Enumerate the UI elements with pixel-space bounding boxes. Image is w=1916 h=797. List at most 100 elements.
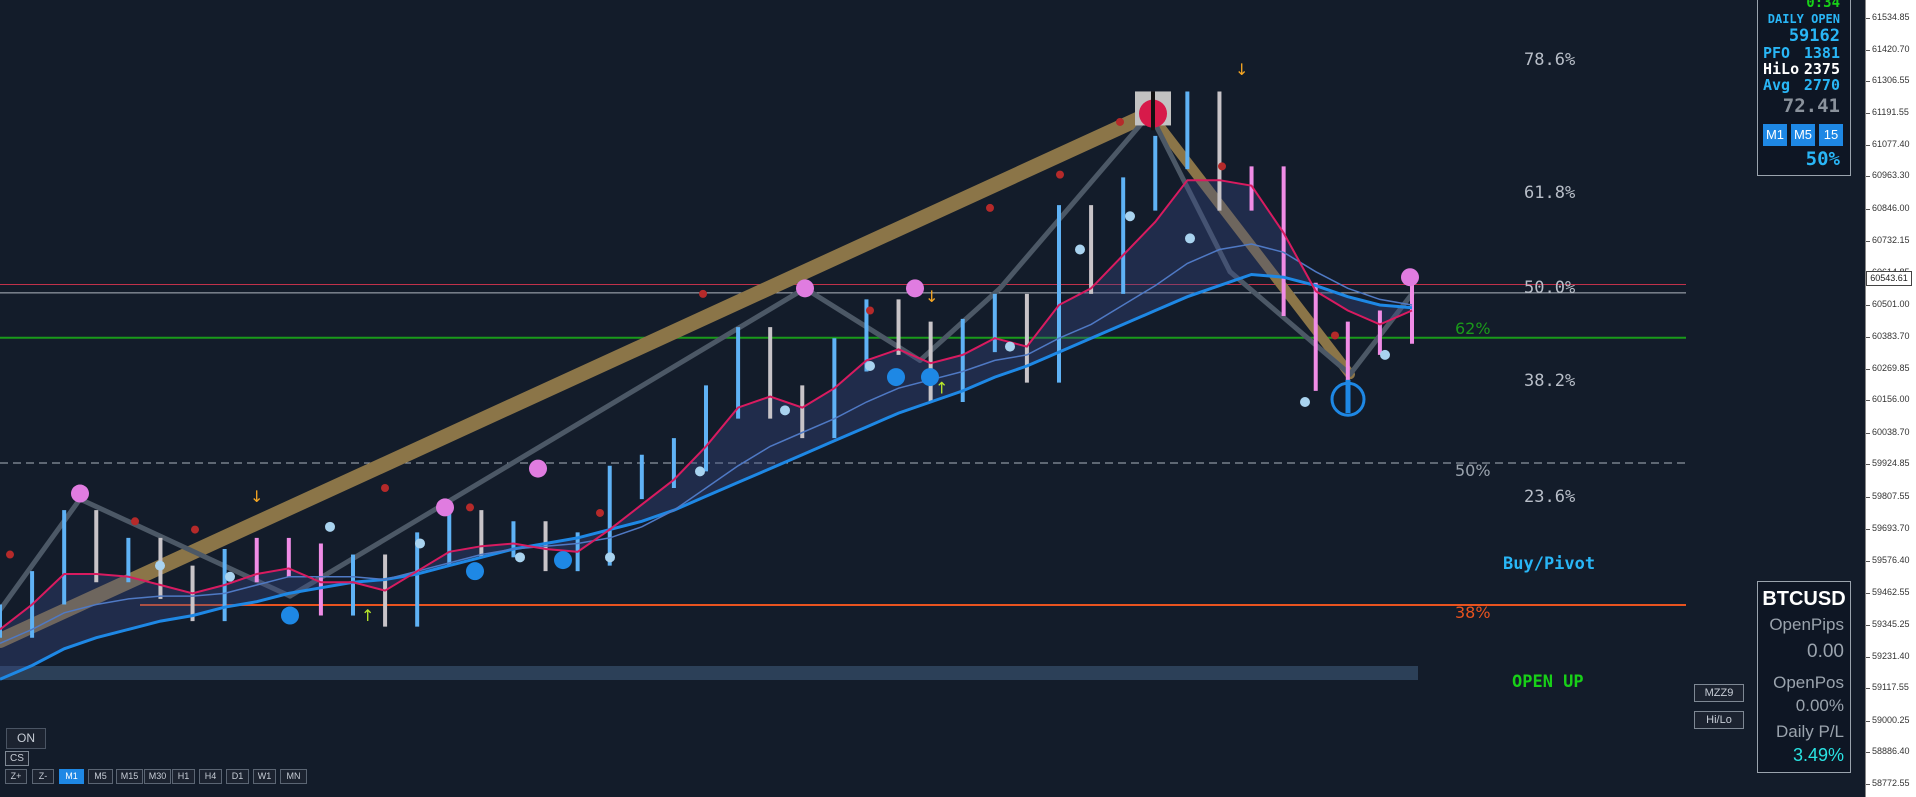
open-up-label: OPEN UP [1512, 672, 1584, 692]
axis-tick-mark [1866, 113, 1870, 115]
axis-tick-label: 59576.40 [1872, 555, 1910, 566]
low-dot [1380, 349, 1390, 360]
pivot-marker [906, 279, 924, 298]
low-dot [1005, 341, 1015, 352]
fib-618-label: 61.8% [1524, 183, 1576, 203]
pivot-marker [529, 459, 547, 478]
axis-tick-mark [1866, 432, 1870, 434]
high-dot [6, 550, 14, 559]
high-dot [1331, 331, 1339, 340]
axis-tick-mark [1866, 209, 1870, 211]
mzz9-button[interactable]: MZZ9 [1694, 684, 1744, 702]
axis-tick-mark [1866, 368, 1870, 370]
axis-tick-mark [1866, 720, 1870, 722]
axis-tick-mark [1866, 304, 1870, 306]
high-dot [131, 517, 139, 526]
open-pos-label: OpenPos [1773, 673, 1844, 692]
axis-tick-mark [1866, 81, 1870, 83]
low-dot [605, 552, 615, 563]
axis-tick-label: 58886.40 [1872, 746, 1910, 757]
down-arrow-icon: ↓ [1235, 60, 1248, 79]
low-dot [1185, 233, 1195, 244]
pivot-marker [554, 551, 572, 570]
axis-tick-mark [1866, 496, 1870, 498]
low-dot [325, 521, 335, 532]
tf-button-m1[interactable]: M1 [1763, 124, 1787, 146]
open-pips-value: 0.00 [1807, 641, 1844, 662]
zoom-out-button[interactable]: Z- [32, 769, 54, 784]
high-dot [596, 508, 604, 517]
avg-value: 2770 [1803, 76, 1840, 94]
axis-tick-mark [1866, 400, 1870, 402]
tf-bar-mn[interactable]: MN [280, 769, 307, 784]
minor-zigzag-leg [802, 285, 923, 363]
hilo-button[interactable]: Hi/Lo [1694, 711, 1744, 729]
axis-tick-label: 59231.40 [1872, 650, 1910, 661]
tf-button-m5[interactable]: M5 [1791, 124, 1815, 146]
fib-500-label: 50.0% [1524, 278, 1576, 298]
up-arrow-icon: ↑ [935, 379, 948, 398]
up-arrow-icon: ↑ [361, 606, 374, 625]
tf-bar-d1[interactable]: D1 [226, 769, 249, 784]
avg-label: Avg [1763, 76, 1791, 94]
axis-tick-label: 60383.70 [1872, 331, 1910, 342]
high-dot [466, 503, 474, 512]
current-price-label: 60543.61 [1866, 271, 1912, 286]
axis-tick-mark [1866, 561, 1870, 563]
clock-time: 0:34 [1806, 0, 1840, 11]
pivot-marker [71, 484, 89, 503]
axis-tick-label: 61306.55 [1872, 75, 1910, 86]
axis-tick-label: 60038.70 [1872, 426, 1910, 437]
axis-tick-label: 61077.40 [1872, 138, 1910, 149]
down-arrow-icon: ↓ [925, 287, 938, 306]
low-dot [515, 552, 525, 563]
pivot-marker [281, 606, 299, 625]
pivot-marker [436, 498, 454, 517]
tf-bar-h4[interactable]: H4 [199, 769, 222, 784]
high-dot [381, 483, 389, 492]
axis-tick-mark [1866, 752, 1870, 754]
low-dot [695, 466, 705, 477]
axis-tick-mark [1866, 688, 1870, 690]
axis-tick-label: 60156.00 [1872, 394, 1910, 405]
axis-tick-label: 61191.55 [1872, 107, 1909, 118]
percent-value: 50% [1805, 148, 1840, 170]
axis-tick-mark [1866, 625, 1870, 627]
tf-bar-m30[interactable]: M30 [144, 769, 171, 784]
pivot-marker [1401, 268, 1419, 287]
tf-bar-m15[interactable]: M15 [116, 769, 143, 784]
axis-tick-label: 59807.55 [1872, 490, 1910, 501]
axis-tick-mark [1866, 784, 1870, 785]
low-dot [1300, 397, 1310, 408]
axis-tick-label: 59462.55 [1872, 586, 1910, 597]
low-dot [780, 405, 790, 416]
tf-bar-m5[interactable]: M5 [88, 769, 113, 784]
zoom-in-button[interactable]: Z+ [5, 769, 27, 784]
on-button[interactable]: ON [6, 728, 46, 749]
pivot-marker [796, 279, 814, 298]
tf-bar-h1[interactable]: H1 [172, 769, 195, 784]
down-arrow-icon: ↓ [250, 487, 263, 506]
daily-open-value: 59162 [1788, 26, 1840, 46]
high-dot [986, 203, 994, 212]
axis-tick-mark [1866, 176, 1870, 178]
axis-tick-mark [1866, 464, 1870, 466]
tf-bar-w1[interactable]: W1 [253, 769, 276, 784]
high-dot [699, 289, 707, 298]
axis-tick-mark [1866, 528, 1870, 530]
axis-tick-label: 60963.30 [1872, 170, 1910, 181]
cs-button[interactable]: CS [5, 751, 29, 766]
level-50-label: 50% [1455, 461, 1491, 480]
high-dot [191, 525, 199, 534]
axis-tick-label: 58772.55 [1872, 778, 1910, 788]
daily-open-label: DAILY OPEN [1767, 12, 1840, 26]
low-dot [865, 360, 875, 371]
info-panel: 0:34 DAILY OPEN 59162 PFO 1381 HiLo 2375… [1757, 0, 1851, 176]
tf-bar-m1[interactable]: M1 [59, 769, 84, 784]
tf-button-15[interactable]: 15 [1819, 124, 1843, 146]
buy-pivot-label: Buy/Pivot [1503, 554, 1596, 574]
low-dot [1075, 244, 1085, 255]
axis-tick-mark [1866, 337, 1870, 339]
axis-tick-label: 59693.70 [1872, 522, 1910, 533]
fib-786-label: 78.6% [1524, 50, 1576, 70]
